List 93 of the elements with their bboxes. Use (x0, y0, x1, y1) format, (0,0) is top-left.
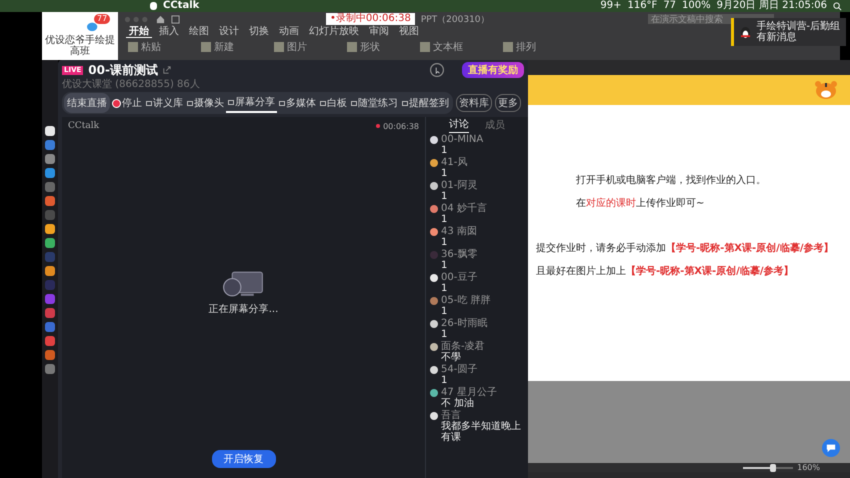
status-item[interactable]: 9月20日 周日 21:05:06 (716, 0, 827, 12)
ribbon-tab[interactable]: 审阅 (366, 26, 392, 38)
sender-name: 26-时雨眠 (441, 318, 488, 329)
recording-badge: •录制中00:06:38 (326, 13, 415, 25)
message-text: 1 (440, 375, 448, 386)
stage-timer: 00:06:38 (383, 122, 419, 130)
chat-bubble-icon (86, 20, 100, 32)
chat-help-button[interactable] (822, 439, 840, 457)
toast-title: 手绘特训营-后勤组 (756, 21, 840, 32)
screen-share-icon (221, 270, 266, 298)
ribbon-tab[interactable]: 绘图 (186, 26, 212, 38)
apple-icon[interactable] (150, 2, 157, 10)
message-text: 1 (440, 214, 448, 225)
app-name[interactable]: CCtalk (163, 0, 200, 12)
ribbon-tab[interactable]: 设计 (216, 26, 242, 38)
ribbon-tab[interactable]: 幻灯片放映 (306, 26, 362, 38)
sender-name: 面条-凌君 (441, 341, 485, 352)
tiger-mascot-icon (814, 80, 838, 100)
message-text: 1 (440, 283, 448, 294)
message-text: 1 (440, 237, 448, 248)
unread-badge: 77 (94, 14, 110, 24)
recording-dot-icon (376, 124, 380, 128)
ribbon-tool[interactable]: 形状 (347, 40, 380, 54)
share-icon[interactable] (162, 66, 171, 74)
status-item[interactable]: 100% (682, 0, 711, 12)
status-item[interactable]: 99+ (600, 0, 622, 12)
resume-button[interactable]: 开启恢复 (212, 450, 276, 468)
toolbar-button[interactable]: 多媒体 (277, 93, 318, 113)
stage-brand: CCtalk (68, 121, 100, 131)
sender-name: 43 南囡 (441, 226, 477, 237)
toolbar-button[interactable]: 停止 (110, 93, 144, 113)
penguin-icon (740, 26, 752, 38)
message-text: 1 (440, 260, 448, 271)
status-item[interactable]: 77 (663, 0, 676, 12)
message-text: 1 (440, 306, 448, 317)
document-title: PPT（200310） (420, 14, 490, 26)
message-text: 1 (440, 329, 448, 340)
ribbon-tab[interactable]: 插入 (156, 26, 182, 38)
slide-text: 提交作业时，请务必手动添加【学号-昵称-第X课-原创/临摹/参考】 (536, 243, 834, 255)
toolbar-button[interactable]: 结束直播 (64, 93, 110, 113)
ribbon-tab[interactable]: 视图 (396, 26, 422, 38)
sharing-status: 正在屏幕分享... (208, 302, 278, 316)
class-title: 00-课前测试 (88, 62, 158, 78)
notification-toast[interactable]: 手绘特训营-后勤组 有新消息 (731, 18, 846, 46)
sender-name: 吾言 (441, 410, 461, 421)
sender-name: 00-MINA (441, 134, 484, 145)
slide-text: 且最好在图片上加上【学号-昵称-第X课-原创/临摹/参考】 (536, 266, 794, 278)
message-text: 1 (440, 191, 448, 202)
ribbon-tool[interactable]: 排列 (503, 40, 536, 54)
side-button[interactable]: 资料库 (456, 94, 492, 112)
cursor-icon (429, 62, 445, 78)
class-subtitle: 优设大课堂 (86628855) 86人 (62, 79, 201, 90)
notification-card[interactable]: 77 优设恋爷手绘提高班 (42, 12, 118, 60)
save-icon[interactable] (171, 14, 180, 24)
slide-text: 在对应的课时上传作业即可~ (575, 198, 706, 210)
sender-name: 54-圆子 (441, 364, 478, 375)
toolbar-button[interactable]: 随堂练习 (349, 93, 400, 113)
home-icon[interactable] (156, 14, 165, 24)
sender-name: 41-风 (441, 157, 468, 168)
sender-name: 47 星月公子 (441, 387, 497, 398)
message-text: 不 加油 (440, 398, 476, 409)
message-text: 1 (440, 168, 448, 179)
ribbon-tool[interactable]: 图片 (274, 40, 307, 54)
toolbar-button[interactable]: 屏幕分享 (226, 93, 277, 113)
side-button[interactable]: 更多 (495, 94, 521, 112)
toolbar-button[interactable]: 摄像头 (185, 93, 226, 113)
sender-name: 04 妙千言 (441, 203, 487, 214)
promo-badge[interactable]: 直播有奖励 (462, 62, 524, 78)
sender-name: 05-吃 胖胖 (441, 295, 491, 306)
message-text: 我都多半知道晚上有课 (440, 421, 522, 443)
ribbon-tool[interactable]: 文本框 (420, 40, 463, 54)
toolbar-button[interactable]: 提醒签到 (400, 93, 451, 113)
ribbon-tab[interactable]: 动画 (276, 26, 302, 38)
message-text: 1 (440, 145, 448, 156)
zoom-level: 160% (797, 463, 820, 472)
search-icon[interactable] (833, 2, 842, 10)
message-text: 不學 (440, 352, 462, 363)
toolbar-button[interactable]: 白板 (318, 93, 349, 113)
ribbon-tool[interactable]: 粘贴 (128, 40, 161, 54)
sender-name: 00-豆子 (441, 272, 478, 283)
sender-name: 01-阿灵 (441, 180, 478, 191)
slide-text: 打开手机或电脑客户端，找到作业的入口。 (575, 175, 767, 187)
status-item[interactable]: 116°F (627, 0, 658, 12)
card-title: 优设恋爷手绘提高班 (45, 35, 115, 57)
ribbon-tool[interactable]: 新建 (201, 40, 234, 54)
toolbar-button[interactable]: 讲义库 (144, 93, 185, 113)
ribbon-tab[interactable]: 切换 (246, 26, 272, 38)
ribbon-tab[interactable]: 开始 (126, 26, 152, 38)
chat-tab[interactable]: 成员 (485, 117, 505, 133)
chat-icon (826, 443, 836, 453)
sender-name: 36-飘零 (441, 249, 478, 260)
toast-message: 有新消息 (756, 32, 798, 43)
chat-tab[interactable]: 讨论 (449, 117, 469, 133)
